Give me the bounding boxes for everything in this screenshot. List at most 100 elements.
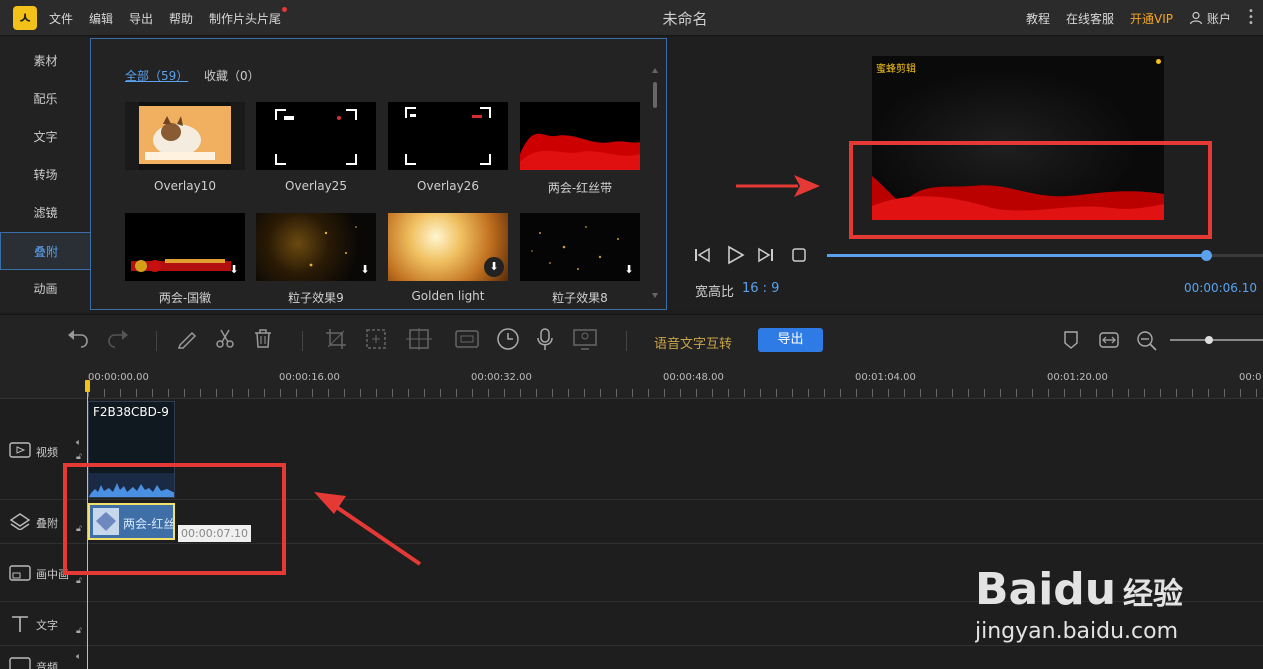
support-link[interactable]: 在线客服: [1066, 10, 1114, 27]
menu-edit[interactable]: 编辑: [89, 10, 113, 27]
track-label-video: 视频: [36, 446, 58, 459]
prev-frame-icon: [695, 247, 710, 263]
sidebar-item-overlay[interactable]: 叠附: [0, 232, 91, 270]
menu-help[interactable]: 帮助: [169, 10, 193, 27]
ruler-label: 00:00:32.00: [471, 372, 532, 383]
zoom-slider[interactable]: [1170, 339, 1263, 341]
audio-track-icon: [9, 657, 31, 669]
toolbar-divider: [626, 331, 627, 351]
screen-record-button[interactable]: [572, 327, 598, 356]
stop-icon: [792, 248, 806, 262]
undo-icon: [68, 330, 88, 348]
vip-link[interactable]: 开通VIP: [1130, 10, 1173, 27]
playhead-handle[interactable]: [85, 380, 90, 392]
particles9-thumb[interactable]: ⬇: [256, 213, 376, 281]
baidu-watermark: Baidu 经验 jingyan.baidu.com: [974, 535, 1195, 652]
particles8-thumb[interactable]: ⬇: [520, 213, 640, 281]
download-icon[interactable]: ⬇: [227, 263, 241, 277]
mute-icon[interactable]: 🔈︎: [76, 652, 81, 662]
marker-button[interactable]: [1062, 330, 1080, 355]
tab-all[interactable]: 全部（59）: [125, 67, 188, 84]
red-ribbon-icon: [520, 133, 640, 170]
undo-button[interactable]: [66, 327, 90, 356]
download-icon[interactable]: ⬇: [358, 263, 372, 277]
sidebar-item-music[interactable]: 配乐: [0, 80, 91, 118]
split-button[interactable]: [214, 327, 236, 354]
track-header: 文字 🔓︎: [0, 602, 88, 645]
sidebar: 素材 配乐 文字 转场 滤镜 叠附 动画: [0, 37, 91, 312]
overlay25-thumb[interactable]: [256, 102, 376, 170]
monitor-person-icon: [573, 329, 597, 350]
fit-button[interactable]: [1098, 330, 1120, 355]
menu-intro-outro[interactable]: 制作片头片尾: [209, 10, 281, 27]
lock-icon[interactable]: 🔓︎: [76, 576, 82, 586]
prev-frame-button[interactable]: [693, 247, 711, 267]
sidebar-item-transition[interactable]: 转场: [0, 156, 91, 194]
more-menu-icon[interactable]: • • •: [1248, 7, 1254, 29]
freeze-button[interactable]: [404, 327, 434, 356]
menu-file[interactable]: 文件: [49, 10, 73, 27]
export-button[interactable]: 导出: [758, 328, 823, 352]
sidebar-item-media[interactable]: 素材: [0, 42, 91, 80]
mosaic-button[interactable]: [364, 327, 388, 356]
account-label: 账户: [1206, 12, 1231, 26]
golden-light-thumb[interactable]: ⬇: [388, 213, 508, 281]
redo-button[interactable]: [106, 327, 130, 356]
frame-icon: [455, 330, 479, 348]
overlay-library: 全部（59） 收藏（0） Overlay10 Overlay25 Overlay…: [90, 38, 667, 310]
tab-favorites[interactable]: 收藏（0）: [204, 67, 260, 84]
duration-button[interactable]: [496, 327, 520, 356]
track-label-overlay: 叠附: [36, 517, 58, 530]
aspect-ratio-label: 宽高比: [695, 285, 735, 300]
notification-dot-icon: [282, 7, 287, 12]
sidebar-item-text[interactable]: 文字: [0, 118, 91, 156]
baidu-paw-logo: Baidu 经验 jingyan.baidu.com: [974, 535, 1183, 644]
play-icon: [728, 245, 745, 265]
download-icon[interactable]: ⬇: [484, 257, 504, 277]
frame-button[interactable]: [454, 327, 480, 356]
red-ribbon-thumb[interactable]: [520, 102, 640, 170]
sidebar-item-animation[interactable]: 动画: [0, 270, 91, 308]
record-button[interactable]: [535, 327, 555, 356]
marker-icon: [1064, 331, 1078, 349]
tutorial-link[interactable]: 教程: [1026, 10, 1050, 27]
particles8-label: 粒子效果8: [552, 291, 608, 305]
frame-overlay-icon: [405, 107, 491, 165]
account-button[interactable]: 账户: [1189, 10, 1231, 27]
preview-progress-bar[interactable]: [827, 250, 1263, 261]
overlay26-thumb[interactable]: [388, 102, 508, 170]
aspect-ratio-value[interactable]: 16 : 9: [742, 281, 779, 296]
sidebar-item-filter[interactable]: 滤镜: [0, 194, 91, 232]
redo-icon: [108, 330, 128, 348]
zoom-out-button[interactable]: [1136, 330, 1158, 357]
library-scrollbar[interactable]: [652, 68, 658, 298]
lock-icon[interactable]: 🔓︎: [76, 452, 82, 462]
overlay10-label: Overlay10: [154, 179, 216, 193]
mute-icon[interactable]: 🔈︎: [76, 438, 81, 448]
toolbar-divider: [302, 331, 303, 351]
ruler-label: 00:00:48.00: [663, 372, 724, 383]
ruler-label: 00:01:04.00: [855, 372, 916, 383]
delete-button[interactable]: [252, 327, 274, 354]
ruler-ticks: [88, 389, 1263, 397]
mosaic-icon: [366, 329, 386, 349]
track-label-audio: 音频: [36, 661, 58, 669]
speech-to-text-button[interactable]: 语音文字互转: [654, 333, 732, 352]
play-button[interactable]: [725, 245, 745, 269]
layers-icon: [9, 513, 31, 530]
emblem-thumb[interactable]: ⬇: [125, 213, 245, 281]
stop-button[interactable]: [791, 247, 807, 267]
overlay10-thumb[interactable]: [125, 102, 245, 170]
progress-fill: [827, 254, 1207, 257]
trash-icon: [255, 329, 271, 348]
download-icon[interactable]: ⬇: [622, 263, 636, 277]
lock-icon[interactable]: 🔓︎: [76, 626, 82, 636]
baidu-url-text: jingyan.baidu.com: [975, 619, 1178, 644]
crop-button[interactable]: [324, 327, 348, 356]
zoom-slider-knob[interactable]: [1205, 336, 1213, 344]
title-bar: ㅅ 文件 编辑 导出 帮助 制作片头片尾 未命名 教程 在线客服 开通VIP 账…: [0, 0, 1263, 36]
edit-button[interactable]: [176, 327, 198, 354]
next-frame-button[interactable]: [757, 247, 775, 267]
menu-export[interactable]: 导出: [129, 10, 153, 27]
red-ribbon-label: 两会-红丝带: [547, 181, 613, 195]
